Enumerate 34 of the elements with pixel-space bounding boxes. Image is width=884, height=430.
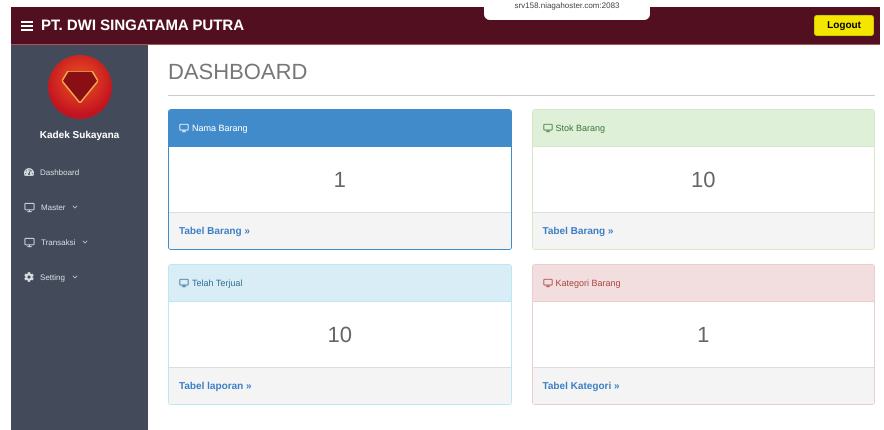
sidebar-item[interactable]: Dashboard — [24, 163, 148, 181]
panel-title: Nama Barang — [192, 123, 248, 133]
user-name: Kadek Sukayana — [40, 130, 120, 141]
caret-icon — [71, 203, 80, 211]
url-popup: srv158.niagahoster.com:2083 — [484, 0, 650, 20]
table-link[interactable]: Tabel Kategori » — [542, 380, 620, 392]
panel-title: Kategori Barang — [556, 278, 621, 288]
stat-value: 1 — [697, 322, 710, 348]
dashboard-icon — [24, 167, 34, 177]
page-title: DASHBOARD — [168, 45, 875, 96]
monitor-icon — [179, 123, 189, 133]
monitor-icon — [179, 278, 189, 288]
gem-logo-icon — [62, 71, 98, 103]
table-link[interactable]: Tabel laporan » — [179, 380, 252, 392]
stat-value: 1 — [334, 166, 346, 192]
panel-title: Stok Barang — [556, 123, 606, 133]
app-title: PT. DWI SINGATAMA PUTRA — [41, 17, 246, 34]
caret-icon — [70, 273, 79, 281]
table-link[interactable]: Tabel Barang » — [179, 226, 250, 236]
gear-icon — [24, 272, 34, 282]
table-link[interactable]: Tabel Barang » — [542, 226, 614, 236]
monitor-icon — [542, 123, 552, 133]
monitor-icon — [24, 236, 35, 248]
monitor-icon — [542, 278, 552, 288]
stat-value: 10 — [691, 166, 716, 192]
sidebar-item[interactable]: Transaksi — [24, 233, 148, 251]
stat-value: 10 — [328, 322, 352, 348]
monitor-icon — [24, 202, 35, 212]
panel-title: Telah Terjual — [192, 278, 242, 288]
menu-icon[interactable] — [21, 20, 33, 30]
logout-button[interactable]: Logout — [814, 15, 874, 36]
caret-icon — [81, 238, 90, 246]
sidebar-item[interactable]: Setting — [24, 268, 148, 286]
sidebar-item[interactable]: Master — [24, 198, 148, 216]
